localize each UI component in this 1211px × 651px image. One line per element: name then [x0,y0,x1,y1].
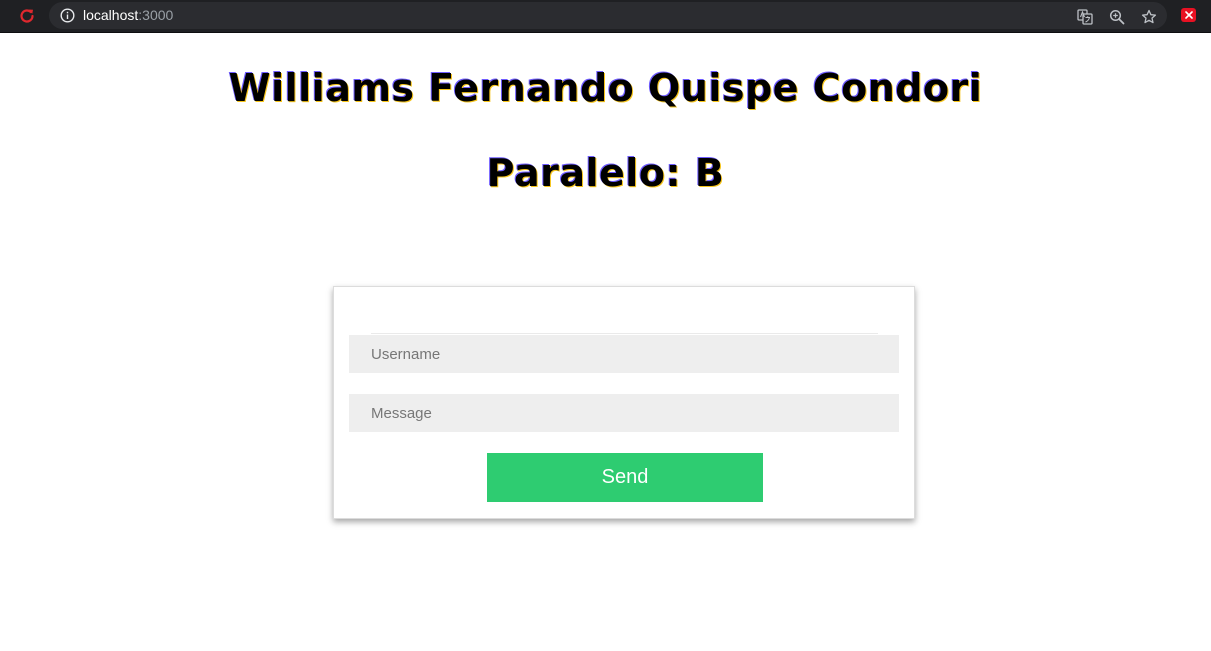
chat-form-card: Send [333,286,915,519]
translate-icon[interactable] [1076,8,1094,26]
page-title: Williams Fernando Quispe Condori [228,66,983,110]
close-icon[interactable] [1181,8,1196,22]
divider [371,333,878,334]
send-button[interactable]: Send [487,453,763,502]
url-host: localhost [83,7,139,23]
site-info-icon[interactable] [60,8,75,23]
address-url[interactable]: localhost:3000 [83,7,173,23]
zoom-icon[interactable] [1108,8,1126,26]
message-input[interactable] [349,394,899,432]
browser-toolbar: localhost:3000 [0,0,1211,33]
address-bar[interactable]: localhost:3000 [49,2,1167,29]
bookmark-star-icon[interactable] [1140,8,1158,26]
page-subtitle: Paralelo: B [486,151,725,195]
url-port: :3000 [138,7,174,23]
reload-icon[interactable] [16,5,38,27]
username-input[interactable] [349,335,899,373]
